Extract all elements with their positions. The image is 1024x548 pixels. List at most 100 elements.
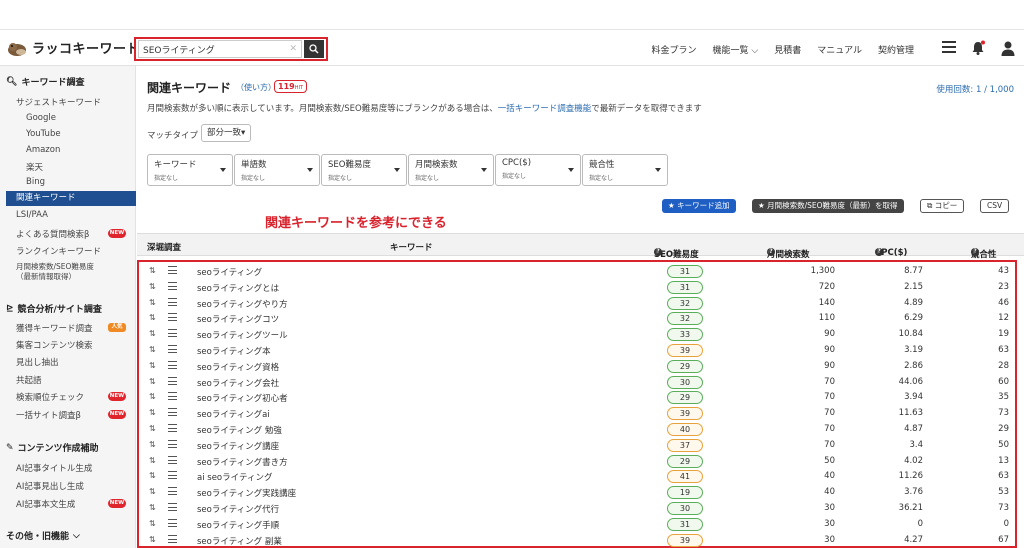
keyword-cell[interactable]: seoライティングとは <box>197 282 279 294</box>
copy-button[interactable]: ⧉ コピー <box>920 199 965 213</box>
deepdive-icon[interactable]: ⇅ <box>149 471 156 480</box>
howto-link[interactable]: （使い方） <box>236 82 276 93</box>
list-icon[interactable] <box>168 376 177 385</box>
keyword-cell[interactable]: seoライティングai <box>197 408 270 420</box>
filter-competition[interactable]: 競合性 指定なし <box>582 154 668 186</box>
bell-icon[interactable] <box>970 40 986 56</box>
nav-features[interactable]: 機能一覧 ⌵ <box>713 43 759 56</box>
keyword-cell[interactable]: seoライティング実践講座 <box>197 487 296 499</box>
deepdive-icon[interactable]: ⇅ <box>149 313 156 322</box>
sidebar-item-monthly[interactable]: 月間検索数/SEO難易度 （最新情報取得） <box>16 262 94 282</box>
sidebar-item-rankin[interactable]: ランクインキーワード <box>16 245 101 257</box>
sidebar-item-lsi[interactable]: LSI/PAA <box>16 210 48 220</box>
add-keyword-button[interactable]: ★ キーワード追加 <box>662 199 736 213</box>
nav-manual[interactable]: マニュアル <box>817 43 862 56</box>
keyword-cell[interactable]: seoライティングやり方 <box>197 298 288 310</box>
sidebar-item-ai-title[interactable]: AI記事タイトル生成 <box>16 462 92 474</box>
keyword-cell[interactable]: seoライティング 副業 <box>197 535 282 547</box>
sidebar-item-cooccur[interactable]: 共起語 <box>16 374 42 386</box>
sidebar-section-other[interactable]: その他・旧機能 ⌵ <box>6 529 80 543</box>
deepdive-icon[interactable]: ⇅ <box>149 392 156 401</box>
deepdive-icon[interactable]: ⇅ <box>149 298 156 307</box>
list-icon[interactable] <box>168 471 177 480</box>
list-icon[interactable] <box>168 281 177 290</box>
keyword-cell[interactable]: seoライティング会社 <box>197 377 279 389</box>
keyword-cell[interactable]: seoライティング本 <box>197 345 271 357</box>
sidebar-item-google[interactable]: Google <box>26 113 56 123</box>
deepdive-icon[interactable]: ⇅ <box>149 345 156 354</box>
sidebar-item-bing[interactable]: Bing <box>26 177 45 187</box>
sidebar-item-headings[interactable]: 見出し抽出 <box>16 356 59 368</box>
deepdive-icon[interactable]: ⇅ <box>149 535 156 544</box>
nav-quote[interactable]: 見積書 <box>774 43 801 56</box>
deepdive-icon[interactable]: ⇅ <box>149 329 156 338</box>
sidebar-item-collect[interactable]: 集客コンテンツ検索 <box>16 339 93 351</box>
list-icon[interactable] <box>168 297 177 306</box>
filter-word-count[interactable]: 単語数 指定なし <box>234 154 320 186</box>
filter-keyword[interactable]: キーワード 指定なし <box>147 154 233 186</box>
list-icon[interactable] <box>168 408 177 417</box>
deepdive-icon[interactable]: ⇅ <box>149 487 156 496</box>
fetch-latest-button[interactable]: ★ 月間検索数/SEO難易度（最新）を取得 <box>752 199 904 213</box>
filter-cpc[interactable]: CPC($) 指定なし <box>495 154 581 186</box>
keyword-cell[interactable]: seoライティング <box>197 266 262 278</box>
deepdive-icon[interactable]: ⇅ <box>149 377 156 386</box>
menu-icon[interactable] <box>942 41 956 53</box>
list-icon[interactable] <box>168 455 177 464</box>
filter-monthly-volume[interactable]: 月間検索数 指定なし <box>408 154 494 186</box>
keyword-cell[interactable]: ai seoライティング <box>197 471 272 483</box>
bulk-keyword-link[interactable]: 一括キーワード調査機能 <box>498 104 592 114</box>
sidebar-item-ai-heading[interactable]: AI記事見出し生成 <box>16 480 84 492</box>
list-icon[interactable] <box>168 329 177 338</box>
keyword-cell[interactable]: seoライティング代行 <box>197 503 279 515</box>
sidebar-item-youtube[interactable]: YouTube <box>26 129 61 139</box>
sidebar-item-rankcheck[interactable]: 検索順位チェック <box>16 391 84 403</box>
keyword-cell[interactable]: seoライティング 勉強 <box>197 424 282 436</box>
deepdive-icon[interactable]: ⇅ <box>149 456 156 465</box>
nav-pricing[interactable]: 料金プラン <box>652 43 697 56</box>
clear-icon[interactable]: ✕ <box>289 44 297 54</box>
list-icon[interactable] <box>168 392 177 401</box>
deepdive-icon[interactable]: ⇅ <box>149 440 156 449</box>
deepdive-icon[interactable]: ⇅ <box>149 361 156 370</box>
keyword-cell[interactable]: seoライティング講座 <box>197 440 279 452</box>
deepdive-icon[interactable]: ⇅ <box>149 424 156 433</box>
nav-contract[interactable]: 契約管理 <box>878 43 914 56</box>
deepdive-icon[interactable]: ⇅ <box>149 266 156 275</box>
keyword-cell[interactable]: seoライティング資格 <box>197 361 279 373</box>
list-icon[interactable] <box>168 534 177 543</box>
sidebar-item-acquired[interactable]: 獲得キーワード調査 <box>16 322 93 334</box>
match-type-select[interactable]: 部分一致▾ <box>201 124 252 142</box>
keyword-cell[interactable]: seoライティング書き方 <box>197 456 288 468</box>
keyword-cell[interactable]: seoライティングコツ <box>197 313 279 325</box>
list-icon[interactable] <box>168 487 177 496</box>
sidebar-item-ai-body[interactable]: AI記事本文生成 <box>16 498 75 510</box>
sidebar-item-rakuten[interactable]: 楽天 <box>26 161 43 173</box>
list-icon[interactable] <box>168 345 177 353</box>
user-icon[interactable] <box>1000 40 1016 56</box>
search-button[interactable] <box>304 40 324 58</box>
filter-seo-difficulty[interactable]: SEO難易度 指定なし <box>321 154 407 186</box>
sidebar-item-bulk[interactable]: 一括サイト調査β <box>16 409 81 421</box>
search-input[interactable]: SEOライティング ✕ <box>138 40 302 58</box>
col-keyword[interactable]: キーワード <box>390 241 433 253</box>
list-icon[interactable] <box>168 360 177 369</box>
list-icon[interactable] <box>168 313 177 322</box>
logo[interactable]: ラッコキーワード <box>6 38 140 57</box>
list-icon[interactable] <box>168 424 177 432</box>
deepdive-icon[interactable]: ⇅ <box>149 408 156 417</box>
deepdive-icon[interactable]: ⇅ <box>149 503 156 512</box>
list-icon[interactable] <box>168 439 177 448</box>
keyword-cell[interactable]: seoライティング手順 <box>197 519 279 531</box>
sidebar-item-suggest[interactable]: サジェストキーワード <box>16 96 101 108</box>
keyword-cell[interactable]: seoライティングツール <box>197 329 288 341</box>
sidebar-item-faq[interactable]: よくある質問検索β <box>16 228 89 240</box>
csv-button[interactable]: CSV <box>980 199 1010 213</box>
deepdive-icon[interactable]: ⇅ <box>149 282 156 291</box>
list-icon[interactable] <box>168 266 177 274</box>
sidebar-item-related[interactable]: 関連キーワード <box>6 191 136 206</box>
list-icon[interactable] <box>168 503 177 511</box>
sidebar-item-amazon[interactable]: Amazon <box>26 145 60 155</box>
keyword-cell[interactable]: seoライティング初心者 <box>197 392 288 404</box>
deepdive-icon[interactable]: ⇅ <box>149 519 156 528</box>
